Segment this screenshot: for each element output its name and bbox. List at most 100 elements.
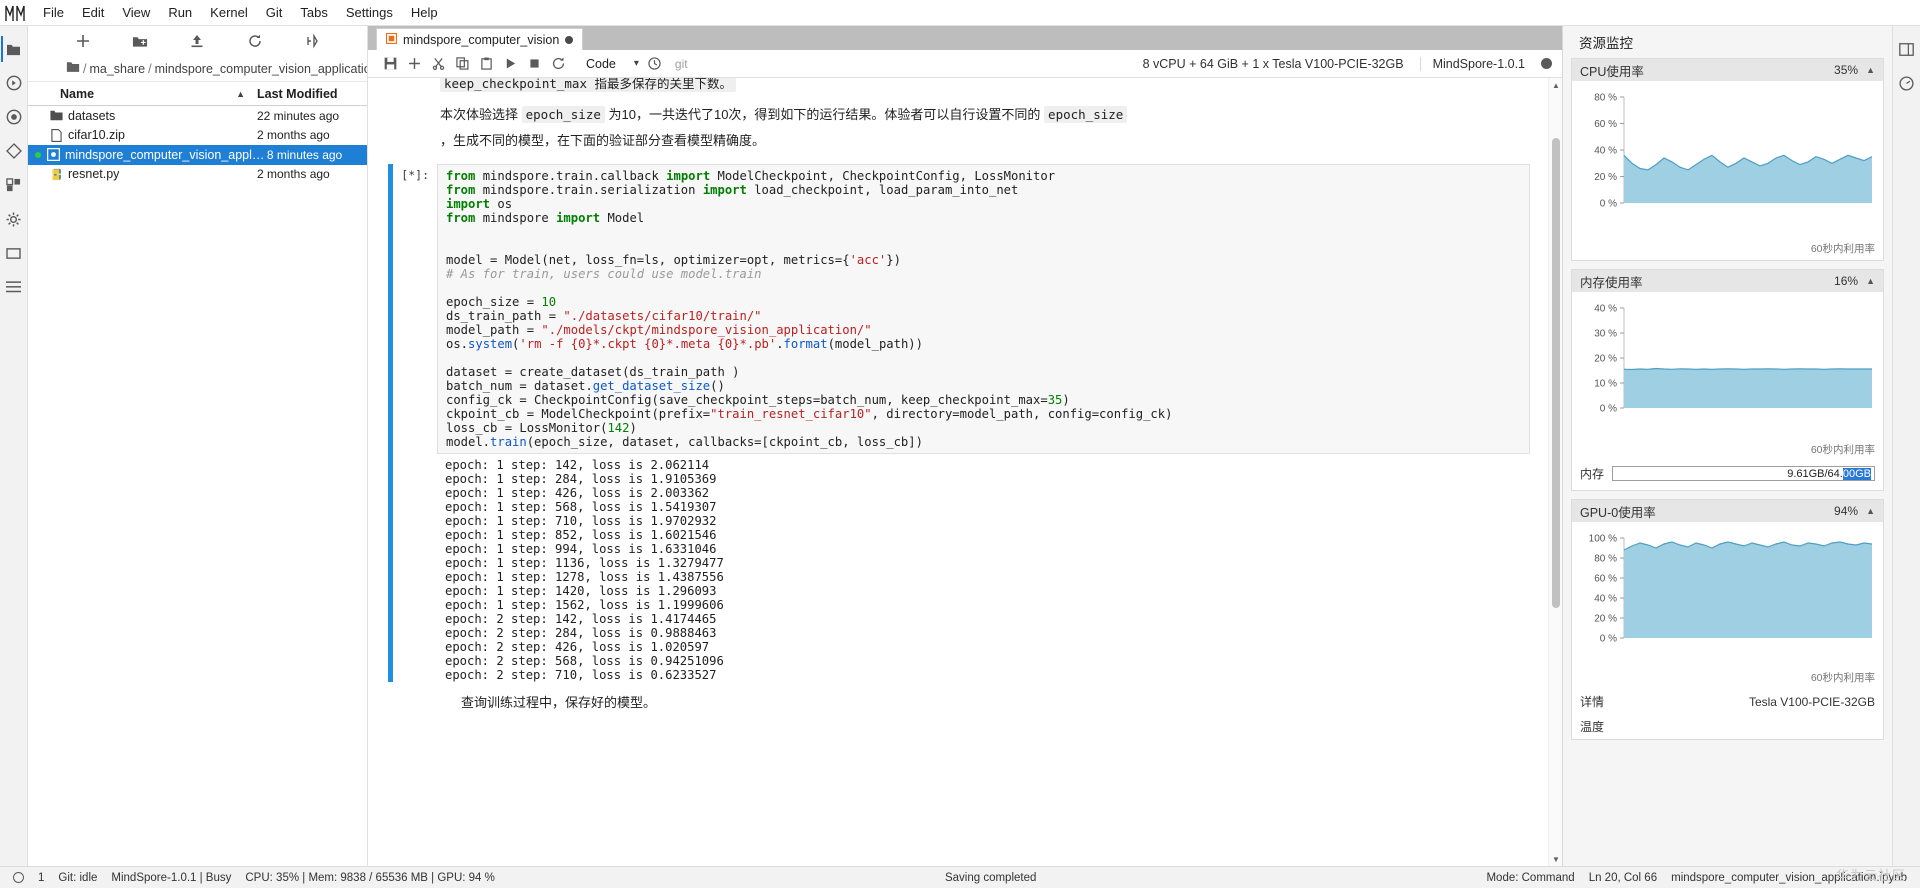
file-list: datasets 22 minutes ago cifar10.zip 2 mo… [28, 106, 367, 866]
output-prompt [393, 454, 437, 682]
kernel-status-indicator[interactable] [6, 872, 31, 883]
cursor-position-text[interactable]: Ln 20, Col 66 [1582, 872, 1664, 884]
paste-cell-button[interactable] [474, 52, 498, 76]
cell-type-select[interactable]: Code ▾ [580, 56, 643, 72]
cpu-card-header[interactable]: CPU使用率 35% ▲ [1572, 59, 1883, 81]
code-cell[interactable]: [*]: from mindspore.train.callback impor… [368, 164, 1548, 454]
restart-kernel-button[interactable] [546, 52, 570, 76]
breadcrumb-part-1[interactable]: mindspore_computer_vision_application [155, 62, 367, 76]
upload-button[interactable] [186, 30, 208, 52]
gpu-card-header[interactable]: GPU-0使用率 94% ▲ [1572, 500, 1883, 522]
sidebar-item-running[interactable] [1, 66, 27, 100]
output-line: epoch: 2 step: 426, loss is 1.020597 [445, 640, 1522, 654]
chevron-up-icon[interactable]: ▲ [1866, 506, 1875, 516]
kernel-name-label[interactable]: MindSpore-1.0.1 [1421, 57, 1537, 71]
insert-cell-button[interactable] [402, 52, 426, 76]
kernel-status-text[interactable]: MindSpore-1.0.1 | Busy [104, 872, 238, 884]
list-item[interactable]: datasets 22 minutes ago [28, 106, 367, 126]
breadcrumb-part-0[interactable]: ma_share [89, 62, 145, 76]
scroll-down-arrow-icon[interactable]: ▼ [1549, 852, 1562, 866]
y-axis-tick-label: 40 % [1594, 304, 1617, 315]
output-line: epoch: 1 step: 1136, loss is 1.3279477 [445, 556, 1522, 570]
memory-card-header[interactable]: 内存使用率 16% ▲ [1572, 270, 1883, 292]
column-header-last-modified[interactable]: Last Modified [257, 87, 367, 101]
copy-cell-button[interactable] [450, 52, 474, 76]
markdown-cell-clipped[interactable]: keep_checkpoint_max 指最多保存的关里下数。 [368, 78, 1548, 98]
notebook-area: mindspore_computer_vision [368, 26, 1562, 866]
sidebar-item-table-of-contents[interactable] [1, 270, 27, 304]
menu-git[interactable]: Git [257, 2, 292, 24]
cut-cell-button[interactable] [426, 52, 450, 76]
memory-usage-bar[interactable]: 9.61GB/64.00GB [1612, 466, 1875, 481]
resource-monitor-panel: 资源监控 CPU使用率 35% ▲ 0 %20 %40 %60 %80 % 60… [1562, 26, 1892, 866]
sidebar-item-file-browser[interactable] [1, 32, 27, 66]
tab-notebook[interactable]: mindspore_computer_vision [376, 28, 583, 50]
code-line: epoch_size = 10 [446, 295, 1521, 309]
menu-kernel[interactable]: Kernel [201, 2, 257, 24]
y-axis-tick-label: 100 % [1589, 534, 1617, 545]
chevron-up-icon[interactable]: ▲ [1866, 276, 1875, 286]
y-axis-tick-label: 0 % [1600, 634, 1617, 645]
code-line: ckpoint_cb = ModelCheckpoint(prefix="tra… [446, 407, 1521, 421]
interrupt-kernel-button[interactable] [522, 52, 546, 76]
extension-manager-icon [6, 178, 21, 193]
menu-help[interactable]: Help [402, 2, 447, 24]
file-name: cifar10.zip [68, 128, 125, 142]
file-name: mindspore_computer_vision_applicatio... [65, 148, 267, 162]
unsaved-changes-icon[interactable] [565, 36, 573, 44]
chevron-up-icon[interactable]: ▲ [1866, 65, 1875, 75]
menu-view[interactable]: View [113, 2, 159, 24]
column-header-name[interactable]: Name ▲ [28, 87, 257, 101]
output-stream-text: epoch: 1 step: 142, loss is 2.062114 epoc… [437, 454, 1530, 682]
sidebar-item-property-inspector[interactable] [1, 202, 27, 236]
menu-edit[interactable]: Edit [73, 2, 113, 24]
sidebar-item-git[interactable] [1, 134, 27, 168]
new-folder-button[interactable] [129, 30, 151, 52]
terminal-count[interactable]: 1 [31, 872, 51, 884]
resource-monitor-icon[interactable] [1894, 66, 1920, 100]
tab-bar: mindspore_computer_vision [368, 26, 1562, 50]
editor-mode-text[interactable]: Mode: Command [1479, 872, 1581, 884]
folder-icon [49, 109, 63, 123]
code-line: loss_cb = LossMonitor(142) [446, 421, 1521, 435]
property-inspector-icon[interactable] [1894, 32, 1920, 66]
markdown-cell-paragraph[interactable]: 本次体验选择 epoch_size 为10，一共迭代了10次，得到如下的运行结果… [368, 98, 1168, 154]
sidebar-item-notebook-tools[interactable] [1, 236, 27, 270]
sidebar-item-extensions[interactable] [1, 168, 27, 202]
menu-file[interactable]: File [34, 2, 73, 24]
sort-ascending-icon: ▲ [236, 89, 257, 99]
list-item-selected[interactable]: mindspore_computer_vision_applicatio... … [28, 145, 367, 165]
menu-run[interactable]: Run [159, 2, 201, 24]
sidebar-item-command-palette[interactable] [1, 100, 27, 134]
code-line [446, 239, 1521, 253]
breadcrumb[interactable]: / ma_share / mindspore_computer_vision_a… [28, 56, 367, 82]
markdown-cell-trailing[interactable]: 查询训练过程中，保存好的模型。 [368, 682, 1548, 711]
gpu-detail-value: Tesla V100-PCIE-32GB [1749, 695, 1875, 709]
markdown-clipped-text: keep_checkpoint_max 指最多保存的关里下数。 [440, 78, 736, 92]
notebook-scrollbar[interactable]: ▲ ▼ [1548, 78, 1562, 866]
kernel-busy-indicator[interactable] [1541, 58, 1552, 69]
new-launcher-button[interactable] [72, 30, 94, 52]
refresh-button[interactable] [244, 30, 266, 52]
toc-icon [6, 281, 21, 293]
list-item[interactable]: resnet.py 2 months ago [28, 165, 367, 185]
obs-sync-button[interactable] [301, 30, 323, 52]
code-editor[interactable]: from mindspore.train.callback import Mod… [437, 164, 1530, 454]
output-line: epoch: 1 step: 142, loss is 2.062114 [445, 458, 1522, 472]
menu-bar: File Edit View Run Kernel Git Tabs Setti… [0, 0, 1920, 26]
scroll-up-arrow-icon[interactable]: ▲ [1549, 78, 1562, 92]
menu-settings[interactable]: Settings [337, 2, 402, 24]
running-indicator-dot [35, 152, 41, 158]
save-button[interactable] [378, 52, 402, 76]
code-line: ds_train_path = "./datasets/cifar10/trai… [446, 309, 1521, 323]
y-axis-tick-label: 20 % [1594, 354, 1617, 365]
output-line: epoch: 1 step: 1420, loss is 1.296093 [445, 584, 1522, 598]
history-button[interactable] [643, 52, 667, 76]
git-status[interactable]: Git: idle [51, 872, 104, 884]
memory-usage-card: 内存使用率 16% ▲ 0 %10 %20 %30 %40 % 60秒内利用率 … [1571, 269, 1884, 491]
list-item[interactable]: cifar10.zip 2 months ago [28, 126, 367, 146]
gpu-usage-percent: 94% [1834, 504, 1858, 518]
scrollbar-thumb[interactable] [1552, 138, 1560, 608]
run-cell-button[interactable] [498, 52, 522, 76]
menu-tabs[interactable]: Tabs [291, 2, 336, 24]
